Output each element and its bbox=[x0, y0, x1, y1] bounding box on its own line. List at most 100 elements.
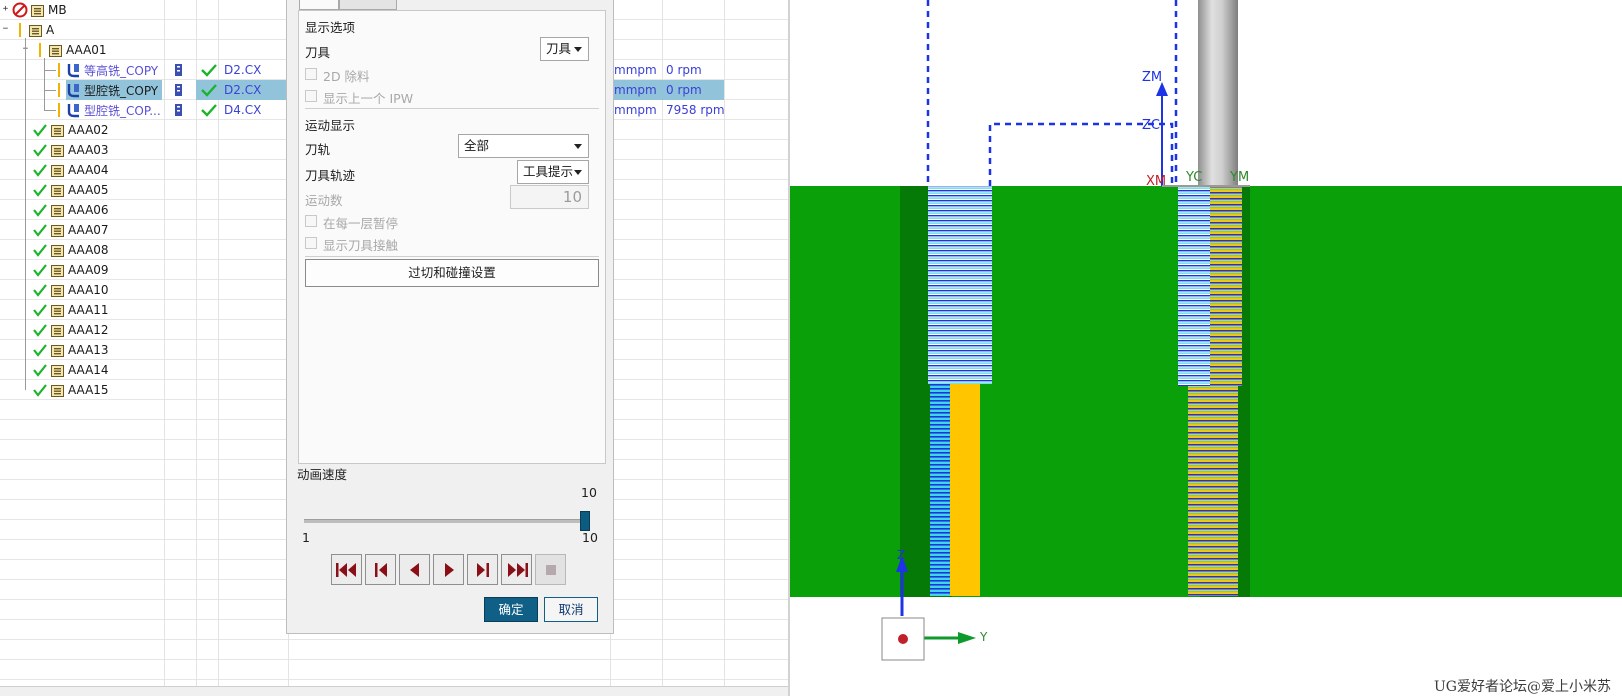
speed-cell: 0 rpm bbox=[666, 63, 702, 77]
tree-node-label: AAA10 bbox=[68, 283, 109, 297]
tree-node[interactable]: MB bbox=[12, 0, 71, 20]
program-folder-icon bbox=[51, 265, 64, 277]
tree-node[interactable]: AAA13 bbox=[32, 340, 113, 360]
status-check-icon bbox=[33, 324, 47, 337]
tree-node[interactable]: AAA03 bbox=[32, 140, 113, 160]
program-folder-icon bbox=[51, 285, 64, 297]
fast-forward-to-end-icon bbox=[507, 562, 528, 577]
tree-node[interactable]: AAA08 bbox=[32, 240, 113, 260]
play-reverse-icon bbox=[409, 562, 419, 577]
program-folder-icon bbox=[51, 385, 64, 397]
tree-node-label: AAA14 bbox=[68, 363, 109, 377]
stop-button[interactable] bbox=[535, 554, 566, 585]
remove-material-label: 2D 除料 bbox=[323, 69, 370, 84]
toolpath-pocket-left-lower bbox=[930, 384, 950, 596]
tree-node[interactable]: AAA06 bbox=[32, 200, 113, 220]
fast-forward-to-end-button[interactable] bbox=[501, 554, 532, 585]
show-prev-ipw-label: 显示上一个 IPW bbox=[323, 91, 414, 106]
expand-collapse-icon[interactable]: − bbox=[1, 25, 10, 34]
tree-node[interactable]: 型腔铣_COP... bbox=[66, 100, 165, 120]
overcut-collision-settings-button[interactable]: 过切和碰撞设置 bbox=[305, 259, 599, 287]
pause-each-layer-checkbox[interactable] bbox=[305, 215, 317, 227]
motion-count-label: 运动数 bbox=[305, 193, 343, 208]
status-check-icon bbox=[33, 264, 47, 277]
show-tool-contact-checkbox[interactable] bbox=[305, 237, 317, 249]
tool-dropdown[interactable]: 刀具 bbox=[540, 37, 589, 61]
display-options-heading: 显示选项 bbox=[305, 20, 356, 35]
cut-region-right-lower bbox=[1188, 386, 1238, 596]
tree-node[interactable]: AAA02 bbox=[32, 120, 113, 140]
tree-connector bbox=[44, 90, 56, 91]
tree-node[interactable]: AAA04 bbox=[32, 160, 113, 180]
slider-thumb[interactable] bbox=[580, 511, 590, 531]
program-folder-icon bbox=[49, 45, 62, 57]
path-dropdown-value: 全部 bbox=[464, 138, 490, 153]
triad-y-label: Y bbox=[980, 630, 988, 644]
graphics-window[interactable]: ZM ZC XM YC YM Z Y bbox=[790, 0, 1622, 696]
rewind-to-start-button[interactable] bbox=[331, 554, 362, 585]
tool-dropdown-value: 刀具 bbox=[546, 41, 572, 56]
status-check-icon bbox=[33, 144, 47, 157]
cancel-button[interactable]: 取消 bbox=[544, 597, 598, 622]
expand-collapse-icon[interactable]: + bbox=[1, 5, 10, 14]
chevron-down-icon bbox=[574, 170, 582, 175]
program-folder-icon bbox=[51, 345, 64, 357]
section-divider bbox=[305, 108, 599, 109]
step-back-button[interactable] bbox=[365, 554, 396, 585]
tree-node[interactable]: AAA15 bbox=[32, 380, 113, 400]
step-forward-icon bbox=[476, 562, 489, 577]
status-check-icon bbox=[33, 244, 47, 257]
status-check-icon bbox=[200, 82, 218, 98]
play-forward-button[interactable] bbox=[433, 554, 464, 585]
watermark: UG爱好者论坛@爱上小米苏 bbox=[1434, 679, 1611, 695]
program-folder-icon bbox=[51, 365, 64, 377]
animation-speed-slider[interactable] bbox=[304, 519, 584, 523]
tree-node[interactable]: AAA01 bbox=[48, 40, 111, 60]
tree-node-label: AAA01 bbox=[66, 43, 107, 57]
tree-node[interactable]: 型腔铣_COPY bbox=[66, 80, 163, 100]
speed-cell: 0 rpm bbox=[666, 83, 702, 97]
stop-icon bbox=[545, 564, 556, 575]
show-prev-ipw-checkbox[interactable] bbox=[305, 90, 317, 102]
tool-path-dropdown[interactable]: 工具提示 bbox=[517, 160, 589, 184]
tree-connector bbox=[44, 70, 56, 71]
tree-node-label: AAA09 bbox=[68, 263, 109, 277]
triad-y-arrow-icon bbox=[958, 632, 976, 644]
tree-node[interactable]: A bbox=[28, 20, 58, 40]
tree-node[interactable]: AAA05 bbox=[32, 180, 113, 200]
tab-replay[interactable] bbox=[299, 0, 339, 10]
program-folder-icon bbox=[51, 165, 64, 177]
status-check-icon bbox=[200, 62, 218, 78]
play-reverse-button[interactable] bbox=[399, 554, 430, 585]
cutting-tool bbox=[1198, 0, 1238, 186]
tool-path-label: 刀具轨迹 bbox=[305, 168, 356, 183]
feed-cell: mmpm bbox=[614, 63, 657, 77]
tree-node[interactable]: AAA07 bbox=[32, 220, 113, 240]
slider-min-label: 1 bbox=[302, 530, 310, 545]
status-check-icon bbox=[33, 164, 47, 177]
ok-button[interactable]: 确定 bbox=[484, 597, 538, 622]
xm-label: XM bbox=[1146, 174, 1167, 189]
tree-node[interactable]: AAA12 bbox=[32, 320, 113, 340]
program-folder-icon bbox=[51, 125, 64, 137]
tool-path-generated-icon bbox=[174, 102, 192, 118]
no-entry-icon bbox=[12, 2, 28, 18]
pause-each-layer-label: 在每一层暂停 bbox=[323, 216, 399, 231]
grid-row bbox=[0, 660, 788, 680]
tree-connector bbox=[44, 110, 56, 111]
tree-node[interactable]: 等高铣_COPY bbox=[66, 60, 162, 80]
navigator-scrollbar[interactable] bbox=[0, 686, 788, 696]
remove-material-checkbox[interactable] bbox=[305, 68, 317, 80]
graphics-scene bbox=[790, 0, 1622, 661]
tree-node-label: AAA12 bbox=[68, 323, 109, 337]
tree-node[interactable]: AAA10 bbox=[32, 280, 113, 300]
tree-node[interactable]: AAA11 bbox=[32, 300, 113, 320]
triad-origin-icon bbox=[898, 634, 908, 644]
path-dropdown[interactable]: 全部 bbox=[458, 134, 589, 158]
tab-3d-dynamic[interactable] bbox=[339, 0, 397, 10]
tool-cell: D2.CX bbox=[224, 63, 262, 77]
tree-node[interactable]: AAA14 bbox=[32, 360, 113, 380]
motion-count-input[interactable]: 10 bbox=[510, 185, 589, 209]
step-forward-button[interactable] bbox=[467, 554, 498, 585]
tree-node[interactable]: AAA09 bbox=[32, 260, 113, 280]
